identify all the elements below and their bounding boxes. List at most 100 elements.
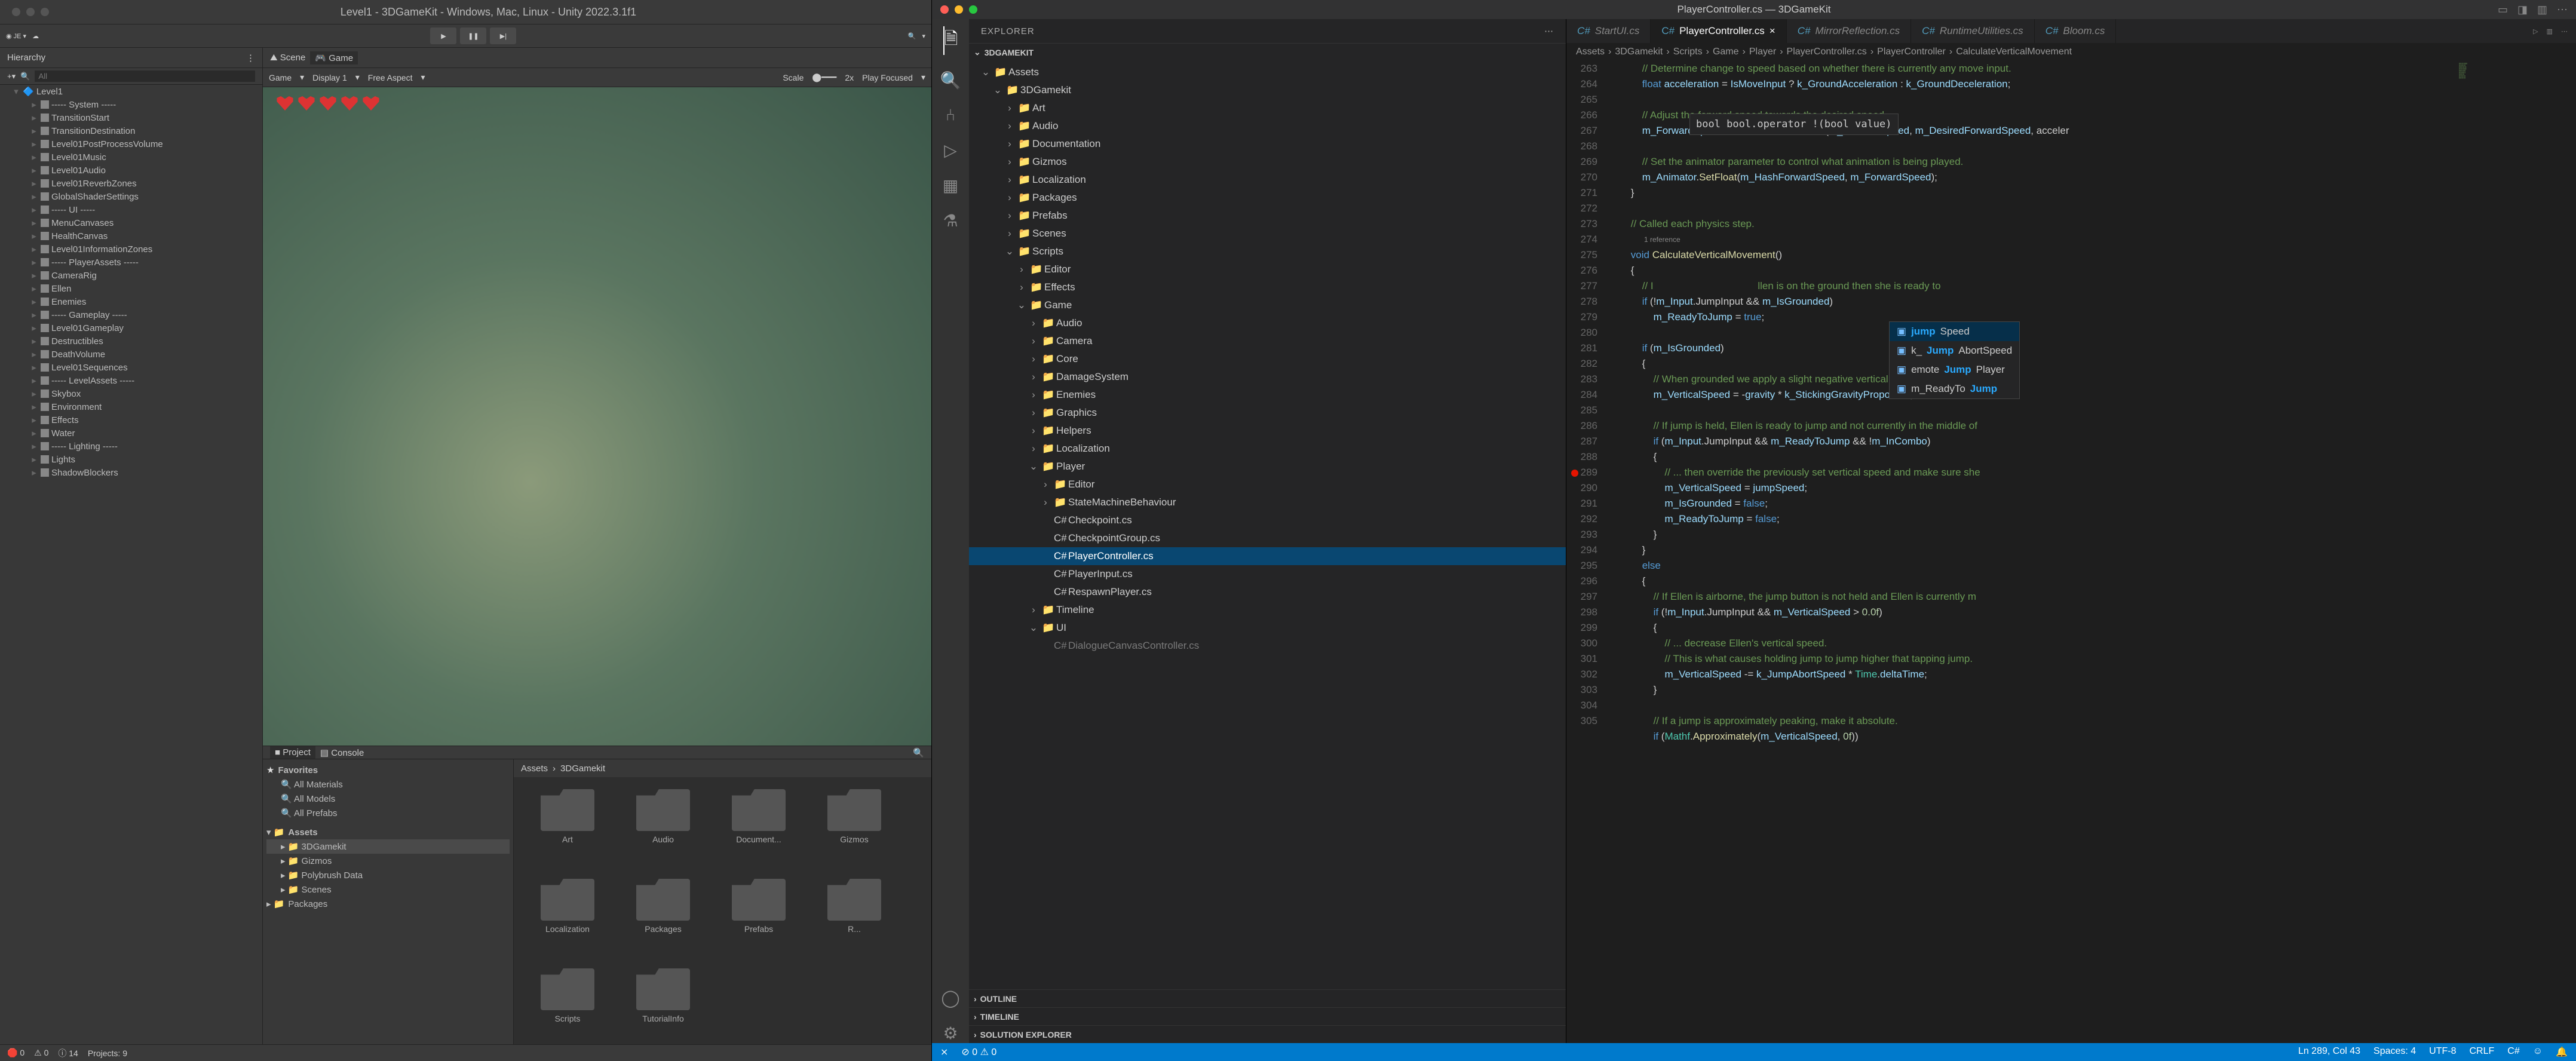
tree-file[interactable]: C#Checkpoint.cs	[969, 511, 1566, 529]
hierarchy-item[interactable]: ▸ Ellen	[0, 282, 262, 295]
hierarchy-item[interactable]: ▸ Environment	[0, 400, 262, 413]
editor-tab[interactable]: C#Bloom.cs	[2035, 19, 2117, 43]
hierarchy-item[interactable]: ▸ Water	[0, 427, 262, 440]
tree-folder[interactable]: ›📁Gizmos	[969, 153, 1566, 171]
hierarchy-item[interactable]: ▸ Lights	[0, 453, 262, 466]
sidebar-toggle-icon[interactable]: ◨	[2517, 4, 2528, 16]
tree-folder[interactable]: ⌄📁Assets	[969, 63, 1566, 81]
tree-folder[interactable]: ›📁Scenes	[969, 225, 1566, 243]
hierarchy-item[interactable]: ▸ Level01Sequences	[0, 361, 262, 374]
editor-tab[interactable]: C#MirrorReflection.cs	[1787, 19, 1911, 43]
favorite-item[interactable]: 🔍 All Models	[266, 792, 510, 806]
tree-folder[interactable]: ›📁Localization	[969, 171, 1566, 189]
asset-tree-item[interactable]: ▸ 📁 Polybrush Data	[266, 868, 510, 882]
suggest-item[interactable]: ▣jumpSpeed	[1890, 322, 2019, 341]
encoding-status[interactable]: UTF-8	[2429, 1046, 2456, 1058]
hierarchy-tree[interactable]: ▾🔷 Level1▸ ----- System -----▸ Transitio…	[0, 85, 262, 1044]
suggest-item[interactable]: ▣k_JumpAbortSpeed	[1890, 341, 2019, 360]
tree-folder[interactable]: ›📁Localization	[969, 440, 1566, 458]
hierarchy-item[interactable]: ▸ HealthCanvas	[0, 229, 262, 243]
tree-folder[interactable]: ›📁Packages	[969, 189, 1566, 207]
breadcrumb-part[interactable]: Assets	[1576, 47, 1605, 57]
code-lines[interactable]: // Determine change to speed based on wh…	[1608, 61, 2457, 1043]
breadcrumb-part[interactable]: 3DGamekit	[1615, 47, 1663, 57]
search-icon[interactable]: 🔍	[940, 70, 961, 90]
breadcrumb-part[interactable]: Game	[1713, 47, 1739, 57]
play-focused[interactable]: Play Focused	[862, 73, 913, 82]
hierarchy-item[interactable]: ▸ CameraRig	[0, 269, 262, 282]
source-control-icon[interactable]: ⑃	[946, 106, 956, 125]
outline-section[interactable]: ›OUTLINE	[969, 989, 1566, 1007]
hierarchy-item[interactable]: ▸ Level01InformationZones	[0, 243, 262, 256]
breadcrumb-part[interactable]: PlayerController	[1877, 47, 1946, 57]
hierarchy-item[interactable]: ▸ Level01Audio	[0, 164, 262, 177]
remote-icon[interactable]: ⨯	[940, 1046, 948, 1058]
hierarchy-item[interactable]: ▸ ----- UI -----	[0, 203, 262, 216]
tree-file[interactable]: C#PlayerInput.cs	[969, 565, 1566, 583]
hierarchy-item[interactable]: ▸ Level01ReverbZones	[0, 177, 262, 190]
hierarchy-item[interactable]: ▸ Level01Music	[0, 151, 262, 164]
hierarchy-item[interactable]: ▸ TransitionStart	[0, 111, 262, 124]
minimap[interactable]: ███ ██ ██████ ███ ██████ ██ ████ ██ ████…	[2457, 61, 2576, 1043]
tree-folder[interactable]: ›📁Core	[969, 350, 1566, 368]
breadcrumb-part[interactable]: CalculateVerticalMovement	[1956, 47, 2072, 57]
split-icon[interactable]: ▥	[2547, 27, 2553, 35]
tree-folder[interactable]: ›📁Effects	[969, 278, 1566, 296]
debug-icon[interactable]: ▷	[944, 140, 957, 160]
hierarchy-item[interactable]: ▸ Effects	[0, 413, 262, 427]
tree-file[interactable]: C#RespawnPlayer.cs	[969, 583, 1566, 601]
tree-folder[interactable]: ›📁Helpers	[969, 422, 1566, 440]
timeline-section[interactable]: ›TIMELINE	[969, 1007, 1566, 1025]
asset-tree-item[interactable]: ▸ 📁 3DGamekit	[266, 839, 510, 854]
folder-item[interactable]: Gizmos	[812, 789, 896, 867]
settings-icon[interactable]: ⚙	[943, 1023, 958, 1043]
suggest-widget[interactable]: ▣jumpSpeed▣k_JumpAbortSpeed▣emoteJumpPla…	[1889, 321, 2020, 399]
folder-item[interactable]: R...	[812, 879, 896, 956]
eol-status[interactable]: CRLF	[2470, 1046, 2495, 1058]
favorite-item[interactable]: 🔍 All Materials	[266, 777, 510, 792]
folder-item[interactable]: Prefabs	[717, 879, 801, 956]
hierarchy-item[interactable]: ▸ ----- LevelAssets -----	[0, 374, 262, 387]
project-folder-grid[interactable]: ArtAudioDocument...GizmosLocalizationPac…	[514, 777, 931, 1044]
editor-tab[interactable]: C#PlayerController.cs ×	[1651, 19, 1786, 43]
hierarchy-item[interactable]: ▸ ----- Gameplay -----	[0, 308, 262, 321]
account-icon[interactable]: ◯	[941, 988, 959, 1008]
project-tab[interactable]: ■ Project	[270, 746, 315, 759]
hierarchy-item[interactable]: ▸ ----- PlayerAssets -----	[0, 256, 262, 269]
tree-file[interactable]: C#CheckpointGroup.cs	[969, 529, 1566, 547]
folder-item[interactable]: Art	[526, 789, 609, 867]
tree-folder[interactable]: ›📁Graphics	[969, 404, 1566, 422]
tree-folder[interactable]: ›📁DamageSystem	[969, 368, 1566, 386]
tree-folder[interactable]: ›📁Prefabs	[969, 207, 1566, 225]
file-tree[interactable]: ⌄📁Assets⌄📁3DGamekit›📁Art›📁Audio›📁Documen…	[969, 61, 1566, 989]
aspect-dropdown[interactable]: Free Aspect	[368, 73, 413, 82]
hierarchy-item[interactable]: ▸ Level01Gameplay	[0, 321, 262, 335]
tree-file[interactable]: C#DialogueCanvasController.cs	[969, 637, 1566, 655]
breadcrumb-assets[interactable]: Assets	[521, 763, 548, 774]
hierarchy-item[interactable]: ▸ Level01PostProcessVolume	[0, 137, 262, 151]
tree-folder[interactable]: ›📁Timeline	[969, 601, 1566, 619]
more-icon[interactable]: ⋯	[2557, 4, 2568, 16]
cursor-position[interactable]: Ln 289, Col 43	[2298, 1046, 2360, 1058]
solution-section[interactable]: ›SOLUTION EXPLORER	[969, 1025, 1566, 1043]
project-tree[interactable]: ★Favorites 🔍 All Materials🔍 All Models🔍 …	[263, 759, 514, 1044]
panel-toggle-icon[interactable]: ▭	[2498, 4, 2508, 16]
hierarchy-item[interactable]: ▸ Enemies	[0, 295, 262, 308]
tree-folder[interactable]: ⌄📁Player	[969, 458, 1566, 476]
asset-tree-item[interactable]: ▸ 📁 Scenes	[266, 882, 510, 897]
display-dropdown[interactable]: Display 1	[312, 73, 347, 82]
folder-item[interactable]: Localization	[526, 879, 609, 956]
hierarchy-search[interactable]	[35, 70, 255, 82]
cloud-icon[interactable]: ☁	[32, 32, 39, 40]
game-dropdown[interactable]: Game	[269, 73, 292, 82]
hierarchy-scene-row[interactable]: ▾🔷 Level1	[0, 85, 262, 98]
search-icon[interactable]: 🔍	[908, 32, 916, 40]
tree-folder[interactable]: ⌄📁UI	[969, 619, 1566, 637]
pause-button[interactable]: ❚❚	[460, 27, 486, 44]
tree-folder[interactable]: ›📁Enemies	[969, 386, 1566, 404]
tree-folder[interactable]: ⌄📁Scripts	[969, 243, 1566, 260]
hierarchy-item[interactable]: ▸ Skybox	[0, 387, 262, 400]
extensions-icon[interactable]: ▦	[943, 176, 958, 195]
errors-status[interactable]: ⊘ 0 ⚠ 0	[961, 1046, 996, 1058]
indent-status[interactable]: Spaces: 4	[2373, 1046, 2416, 1058]
